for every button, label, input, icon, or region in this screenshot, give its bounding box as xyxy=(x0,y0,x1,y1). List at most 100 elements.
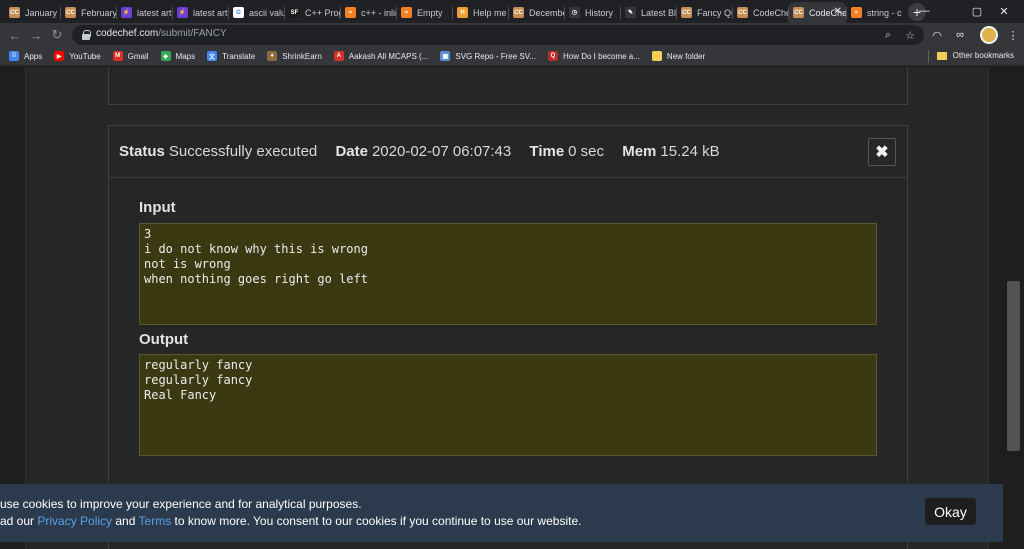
tab-3[interactable]: ⚡ latest articles xyxy=(172,2,228,23)
tab-list: CC January CC February ⚡ latest articles ⚡ late… xyxy=(4,2,902,23)
okay-button[interactable]: Okay xyxy=(925,498,976,525)
star-icon[interactable]: ☆ xyxy=(902,27,918,43)
other-bookmarks[interactable]: Other bookmarks xyxy=(936,51,1014,60)
bookmark-item[interactable]: 文 Translate xyxy=(207,51,255,61)
tab-8[interactable]: H Help me xyxy=(452,2,508,23)
scrollbar[interactable] xyxy=(1003,67,1024,549)
bookmark-favicon-icon: ▦ xyxy=(440,51,451,61)
tab-11[interactable]: ✎ Latest Blog xyxy=(620,2,676,23)
input-panel: 3i do not know why this is wrong not is w… xyxy=(139,223,877,325)
tab-9[interactable]: CC December xyxy=(508,2,564,23)
bookmark-favicon-icon: ♦ xyxy=(267,51,278,61)
browser-toolbar: ← → ↻ codechef.com/submit/FANCY ⌕ ☆ ◠ ∞ … xyxy=(0,23,1024,47)
cookie-text-line-1: use cookies to improve your experience a… xyxy=(0,497,362,511)
menu-icon[interactable]: ⋮ xyxy=(1004,26,1022,44)
tab-favicon-icon: CC xyxy=(793,7,804,18)
input-line: not is wrong xyxy=(144,257,231,271)
bookmark-item[interactable]: ♦ ShrinkEarn xyxy=(267,51,322,61)
tab-title: Empty xyxy=(417,7,443,18)
bookmark-favicon-icon: ⁞⁞ xyxy=(9,51,19,61)
close-result-button[interactable]: ✖ xyxy=(868,138,896,166)
tab-favicon-icon: ⚡ xyxy=(177,7,188,18)
tab-close-icon[interactable]: ✕ xyxy=(834,6,842,17)
terms-link[interactable]: Terms xyxy=(139,514,172,528)
tab-1[interactable]: CC February xyxy=(60,2,116,23)
tab-0[interactable]: CC January xyxy=(4,2,60,23)
tab-7[interactable]: ≈ Empty xyxy=(396,2,452,23)
tab-14[interactable]: CC CodeChef ✕ xyxy=(788,2,846,23)
scrollbar-thumb[interactable] xyxy=(1007,281,1020,451)
tab-4[interactable]: Gascii value xyxy=(228,2,284,23)
tab-favicon-icon: ≈ xyxy=(851,7,862,18)
tab-favicon-icon: H xyxy=(457,7,468,18)
tab-12[interactable]: CC Fancy Quote xyxy=(676,2,732,23)
reload-icon[interactable]: ↻ xyxy=(48,26,66,44)
bookmark-item[interactable]: A Aakash All MCAPS (... xyxy=(333,51,429,61)
output-line: regularly fancy xyxy=(144,373,253,387)
tab-favicon-icon: CC xyxy=(513,7,524,18)
profile-avatar[interactable] xyxy=(980,26,998,44)
time-label: Time xyxy=(529,143,565,160)
output-heading: Output xyxy=(139,331,189,348)
bookmark-item[interactable]: M Gmail xyxy=(112,51,149,61)
zoom-icon[interactable]: ⌕ xyxy=(880,27,896,43)
bookmark-item[interactable]: ▦ SVG Repo - Free SV... xyxy=(440,51,536,61)
tab-favicon-icon: ≈ xyxy=(345,7,356,18)
window-close-icon[interactable]: ✕ xyxy=(984,0,1024,22)
extension-arc-icon[interactable]: ◠ xyxy=(928,26,946,44)
bookmarks-bar: ⁞⁞ Apps ▶ YouTube M Gmail ◆ Maps 文 Translate ♦ Shri… xyxy=(0,47,1024,66)
tab-10[interactable]: ◷ History xyxy=(564,2,620,23)
bookmark-label: ShrinkEarn xyxy=(282,51,322,61)
tab-6[interactable]: ≈ c++ - inline xyxy=(340,2,396,23)
mem-label: Mem xyxy=(622,143,657,160)
bookmark-item[interactable]: New folder xyxy=(651,51,706,61)
tab-title: latest articles xyxy=(193,7,228,18)
bookmark-item[interactable]: Q How Do I become a... xyxy=(548,51,640,61)
output-line: regularly fancy xyxy=(144,358,253,372)
tab-title: string - c++ xyxy=(867,7,902,18)
cookie-text-suffix: to know more. You consent to our cookies… xyxy=(171,514,582,528)
tab-5[interactable]: SF C++ Programs xyxy=(284,2,340,23)
bookmark-label: SVG Repo - Free SV... xyxy=(455,51,536,61)
tab-favicon-icon: SF xyxy=(289,7,300,18)
back-arrow-icon[interactable]: ← xyxy=(6,26,24,44)
bookmark-item[interactable]: ◆ Maps xyxy=(160,51,195,61)
bookmark-item[interactable]: ▶ YouTube xyxy=(54,51,101,61)
tab-title: Fancy Quote xyxy=(697,7,732,18)
tab-2[interactable]: ⚡ latest articles xyxy=(116,2,172,23)
minimize-icon[interactable]: — xyxy=(904,0,944,22)
tab-strip: CC January CC February ⚡ latest articles ⚡ late… xyxy=(0,0,1024,23)
bookmarks-divider xyxy=(928,50,929,63)
forward-arrow-icon[interactable]: → xyxy=(27,26,45,44)
tab-title: Help me xyxy=(473,7,507,18)
date-label: Date xyxy=(335,143,368,160)
tab-15[interactable]: ≈ string - c++ xyxy=(846,2,902,23)
tab-title: December xyxy=(529,7,564,18)
bookmark-favicon-icon: Q xyxy=(548,51,558,61)
input-line: when nothing goes right go left xyxy=(144,272,368,286)
address-bar[interactable]: codechef.com/submit/FANCY ⌕ ☆ xyxy=(72,25,924,45)
result-header: Status Successfully executed Date 2020-02-… xyxy=(109,126,907,178)
tab-title: History xyxy=(585,7,614,18)
cookie-text-prefix: ad our xyxy=(0,514,38,528)
bookmark-label: Aakash All MCAPS (... xyxy=(348,51,429,61)
bookmark-label: New folder xyxy=(666,51,706,61)
tab-title: CodeChef xyxy=(753,7,788,18)
tab-title: January xyxy=(25,7,58,18)
cookie-text-line-2: ad our Privacy Policy and Terms to know … xyxy=(0,514,581,528)
privacy-policy-link[interactable]: Privacy Policy xyxy=(37,514,112,528)
result-meta: Status Successfully executed Date 2020-02-… xyxy=(119,143,734,160)
tab-title: C++ Programs xyxy=(305,7,340,18)
output-line: Real Fancy xyxy=(144,388,217,402)
bookmark-favicon-icon: M xyxy=(112,51,123,61)
tab-title: ascii value xyxy=(249,7,284,18)
bookmark-item[interactable]: ⁞⁞ Apps xyxy=(9,51,42,61)
other-bookmarks-label: Other bookmarks xyxy=(952,51,1014,60)
bookmark-label: YouTube xyxy=(69,51,101,61)
tab-favicon-icon: ≈ xyxy=(401,7,412,18)
tab-favicon-icon: ◷ xyxy=(569,7,580,18)
tab-13[interactable]: CC CodeChef xyxy=(732,2,788,23)
bookmark-label: Gmail xyxy=(127,51,149,61)
input-line: 3 xyxy=(144,227,152,241)
incognito-extension-icon[interactable]: ∞ xyxy=(951,26,969,44)
